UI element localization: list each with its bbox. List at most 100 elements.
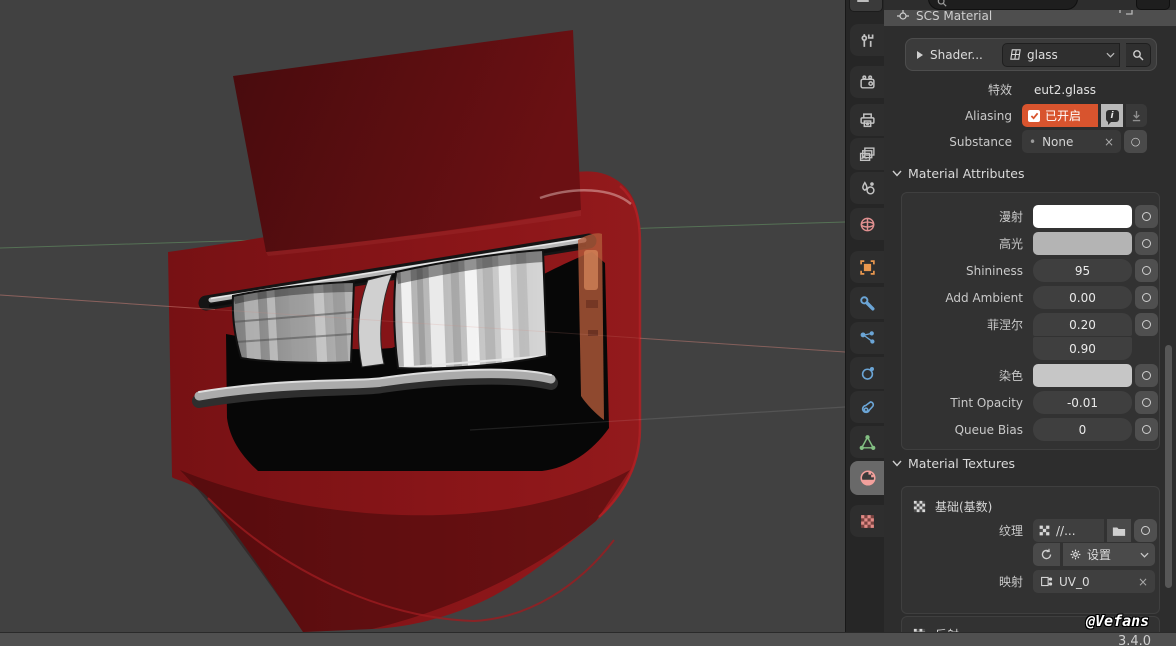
wrench-icon (859, 295, 876, 312)
tab-object[interactable] (850, 251, 885, 283)
shininess-row: Shininess 95 (902, 259, 1159, 282)
queue-bias-field[interactable]: 0 (1033, 418, 1132, 441)
gear-settings-icon (1069, 548, 1082, 561)
queue-bias-row: Queue Bias 0 (902, 418, 1159, 441)
scs-material-panel-header[interactable]: SCS Material (884, 10, 1176, 26)
tool-icon (859, 32, 876, 49)
queue-bias-label: Queue Bias (902, 423, 1033, 437)
base-texture-box: 基础(基数) 纹理 //... (901, 486, 1160, 614)
panel-toggle-icon[interactable] (1106, 10, 1140, 20)
fresnel-bias-field[interactable]: 0.20 (1033, 313, 1132, 336)
chevron-down-icon (1140, 552, 1149, 558)
tab-material[interactable] (850, 461, 885, 495)
tab-scene[interactable] (850, 172, 885, 204)
texture-path-field[interactable]: //... (1033, 519, 1104, 542)
add-ambient-label: Add Ambient (902, 291, 1033, 305)
tab-object-data[interactable] (850, 426, 885, 458)
specular-animate-button[interactable] (1135, 232, 1158, 255)
tab-constraints[interactable] (850, 391, 885, 423)
panel-scrollbar[interactable] (1165, 345, 1172, 588)
section-title: Material Textures (908, 456, 1015, 471)
images-stack-icon (859, 146, 876, 163)
aliasing-toggle[interactable]: 已开启 (1022, 104, 1098, 127)
blender-window: SCS Material Shader... glass 特效 eut2.gla… (0, 0, 1176, 646)
effect-label: 特效 (884, 81, 1022, 98)
world-globe-icon (859, 216, 876, 233)
tab-world[interactable] (850, 208, 885, 240)
render-camera-icon (859, 74, 876, 91)
material-sphere-icon (859, 469, 877, 487)
texture-browse-button[interactable] (1107, 519, 1131, 542)
shader-search-button[interactable] (1126, 43, 1151, 67)
tint-opacity-animate-button[interactable] (1135, 391, 1158, 414)
aliasing-download-button[interactable] (1126, 104, 1147, 127)
substance-browse-button[interactable]: ○ (1124, 130, 1147, 153)
material-attributes-header[interactable]: Material Attributes (892, 166, 1024, 181)
viewport-render (0, 0, 845, 632)
base-group-title: 基础(基数) (935, 498, 992, 515)
search-input[interactable] (928, 0, 1078, 10)
clear-x-icon[interactable]: × (1138, 575, 1148, 589)
info-bubble-icon: i (1106, 110, 1119, 122)
tint-animate-button[interactable] (1135, 364, 1158, 387)
texture-path-value: //... (1056, 524, 1076, 538)
diffuse-label: 漫射 (902, 208, 1033, 225)
printer-icon (859, 112, 876, 129)
chevron-down-icon (1106, 52, 1115, 58)
base-texture-group-header[interactable]: 基础(基数) (902, 495, 1159, 517)
filter-button[interactable] (1136, 0, 1170, 10)
tint-color-swatch[interactable] (1033, 364, 1132, 387)
section-title: Material Attributes (908, 166, 1024, 181)
clear-x-icon[interactable]: × (1104, 135, 1114, 149)
bullet-icon: • (1029, 135, 1036, 149)
shininess-field[interactable]: 95 (1033, 259, 1132, 282)
material-textures-header[interactable]: Material Textures (892, 456, 1015, 471)
checker-texture-icon (912, 499, 927, 514)
texture-animate-button[interactable] (1134, 519, 1157, 542)
mapping-row: 映射 UV_0 × (902, 570, 1159, 593)
tab-texture[interactable] (850, 505, 885, 537)
fresnel-animate-button[interactable] (1135, 313, 1158, 336)
material-attributes-box: 漫射 高光 Shininess 95 (901, 192, 1160, 450)
diffuse-animate-button[interactable] (1135, 205, 1158, 228)
tint-opacity-field[interactable]: -0.01 (1033, 391, 1132, 414)
mapping-field[interactable]: UV_0 × (1033, 570, 1155, 593)
tab-tool[interactable] (850, 24, 885, 56)
sliders-icon (857, 0, 869, 2)
aliasing-label: Aliasing (884, 109, 1022, 123)
mapping-value: UV_0 (1059, 575, 1132, 589)
arrow-down-icon (1131, 110, 1142, 122)
chevron-down-icon (892, 170, 902, 177)
texture-reload-button[interactable] (1033, 543, 1060, 566)
tab-physics[interactable] (850, 357, 885, 389)
add-ambient-animate-button[interactable] (1135, 286, 1158, 309)
specular-color-swatch[interactable] (1033, 232, 1132, 255)
editor-type-button[interactable] (849, 0, 883, 12)
queue-bias-animate-button[interactable] (1135, 418, 1158, 441)
add-ambient-row: Add Ambient 0.00 (902, 286, 1159, 309)
add-ambient-field[interactable]: 0.00 (1033, 286, 1132, 309)
3d-viewport[interactable] (0, 0, 845, 632)
scene-icon (859, 180, 876, 197)
tab-view-layer[interactable] (850, 138, 885, 170)
specular-label: 高光 (902, 235, 1033, 252)
tab-particles[interactable] (850, 322, 885, 354)
diffuse-color-swatch[interactable] (1033, 205, 1132, 228)
fresnel-row: 菲涅尔 0.20 (902, 313, 1159, 336)
shader-preset-dropdown[interactable]: glass (1002, 43, 1120, 67)
aliasing-info-button[interactable]: i (1101, 104, 1123, 127)
tab-render[interactable] (850, 66, 885, 98)
shininess-animate-button[interactable] (1135, 259, 1158, 282)
window-pane-icon (1009, 48, 1022, 61)
watermark: @Vefans (1086, 612, 1149, 630)
mesh-data-icon (859, 434, 876, 451)
mapping-label: 映射 (902, 573, 1033, 590)
tab-modifiers[interactable] (850, 287, 885, 319)
substance-dropdown[interactable]: • None × (1022, 130, 1121, 153)
texture-settings-dropdown[interactable]: 设置 (1063, 543, 1155, 566)
aliasing-toggle-label: 已开启 (1045, 107, 1081, 124)
fresnel-scale-row: 0.90 (902, 337, 1159, 360)
tab-output[interactable] (850, 104, 885, 136)
texture-settings-row: 设置 (902, 543, 1159, 566)
fresnel-scale-field[interactable]: 0.90 (1033, 337, 1132, 360)
